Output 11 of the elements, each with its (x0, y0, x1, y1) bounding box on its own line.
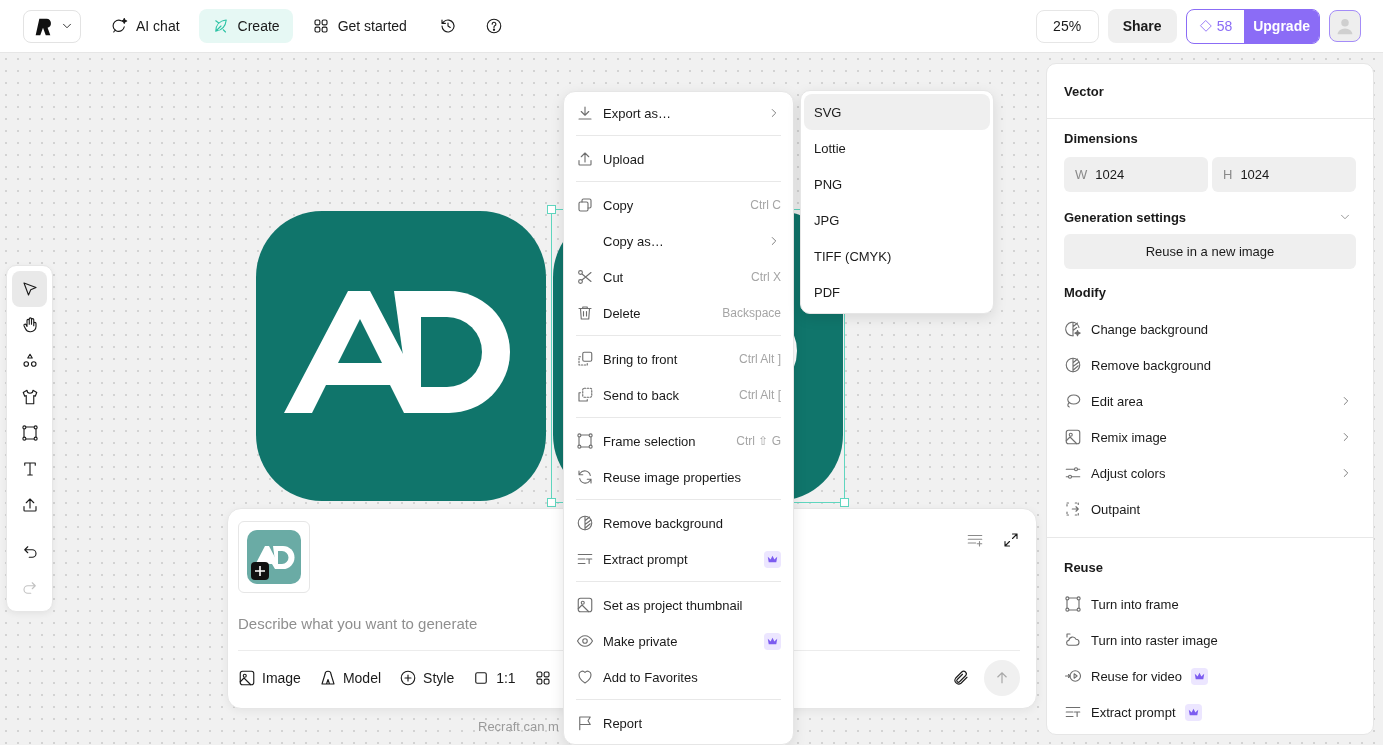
section-heading: Dimensions (1064, 129, 1139, 148)
shortcut-hint: Backspace (722, 306, 781, 320)
panel-title: Vector (1047, 64, 1373, 119)
disclaimer-text: Recraft can m (478, 719, 559, 734)
shortcut-hint: Ctrl Alt [ (739, 388, 781, 402)
shortcut-hint: Ctrl Alt ] (739, 352, 781, 366)
section-heading: Modify (1064, 283, 1107, 302)
section-heading: Reuse (1064, 558, 1105, 577)
shortcut-hint: Ctrl C (750, 198, 781, 212)
shortcut-hint: Ctrl ⇧ G (736, 434, 781, 448)
shortcut-hint: Ctrl X (751, 270, 781, 284)
